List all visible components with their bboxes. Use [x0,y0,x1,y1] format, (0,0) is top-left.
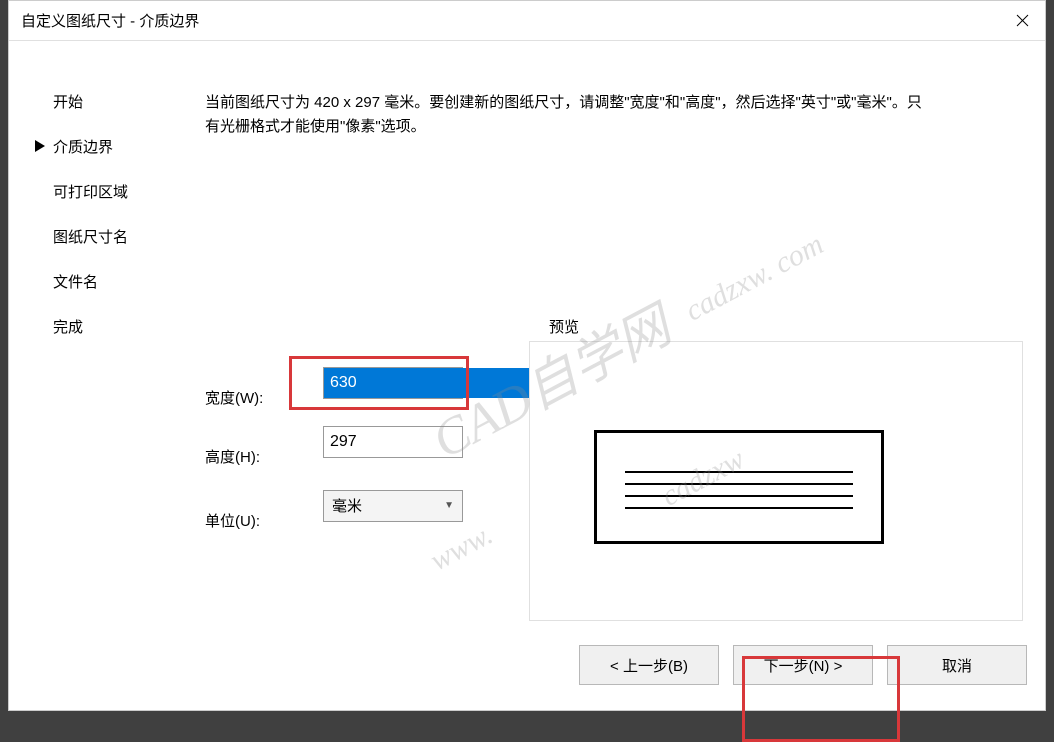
preview-panel [529,341,1023,621]
close-icon [1016,14,1029,27]
wizard-nav: 开始 介质边界 可打印区域 图纸尺寸名 文件名 完成 [53,91,173,361]
titlebar: 自定义图纸尺寸 - 介质边界 [9,1,1045,41]
window-title: 自定义图纸尺寸 - 介质边界 [21,10,199,31]
height-row: 高度(H): ▲ ▼ [205,446,463,467]
chevron-down-icon: ▼ [444,500,454,511]
unit-label: 单位(U): [205,510,285,531]
watermark-text: cadzxw. com [680,228,829,329]
width-spinner[interactable]: ▲ ▼ [323,367,463,399]
nav-item-finish[interactable]: 完成 [53,316,173,337]
nav-item-paper-size-name[interactable]: 图纸尺寸名 [53,226,173,247]
preview-label: 预览 [549,316,579,337]
height-label: 高度(H): [205,446,285,467]
unit-value: 毫米 [332,495,444,516]
preview-line [625,483,853,485]
unit-row: 单位(U): 毫米 ▼ [205,510,463,531]
unit-select[interactable]: 毫米 ▼ [323,490,463,522]
nav-item-file-name[interactable]: 文件名 [53,271,173,292]
nav-item-media-bounds[interactable]: 介质边界 [53,136,173,157]
width-label: 宽度(W): [205,387,285,408]
next-button[interactable]: 下一步(N) > [733,645,873,685]
dialog-window: 自定义图纸尺寸 - 介质边界 开始 介质边界 可打印区域 图纸尺寸名 文件名 完… [8,0,1046,711]
nav-item-printable-area[interactable]: 可打印区域 [53,181,173,202]
width-row: 宽度(W): ▲ ▼ [205,387,463,408]
close-button[interactable] [999,1,1045,41]
preview-line [625,471,853,473]
preview-line [625,507,853,509]
form-area: 宽度(W): ▲ ▼ 高度(H): ▲ ▼ [205,351,463,579]
button-bar: < 上一步(B) 下一步(N) > 取消 [579,645,1027,685]
back-button[interactable]: < 上一步(B) [579,645,719,685]
preview-page [594,430,884,544]
description-text: 当前图纸尺寸为 420 x 297 毫米。要创建新的图纸尺寸，请调整"宽度"和"… [205,91,925,139]
content-area: 开始 介质边界 可打印区域 图纸尺寸名 文件名 完成 当前图纸尺寸为 420 x… [9,41,1045,710]
preview-line [625,495,853,497]
width-input[interactable] [324,368,543,398]
cancel-button[interactable]: 取消 [887,645,1027,685]
height-spinner[interactable]: ▲ ▼ [323,426,463,458]
height-input[interactable] [324,427,543,457]
nav-item-start[interactable]: 开始 [53,91,173,112]
